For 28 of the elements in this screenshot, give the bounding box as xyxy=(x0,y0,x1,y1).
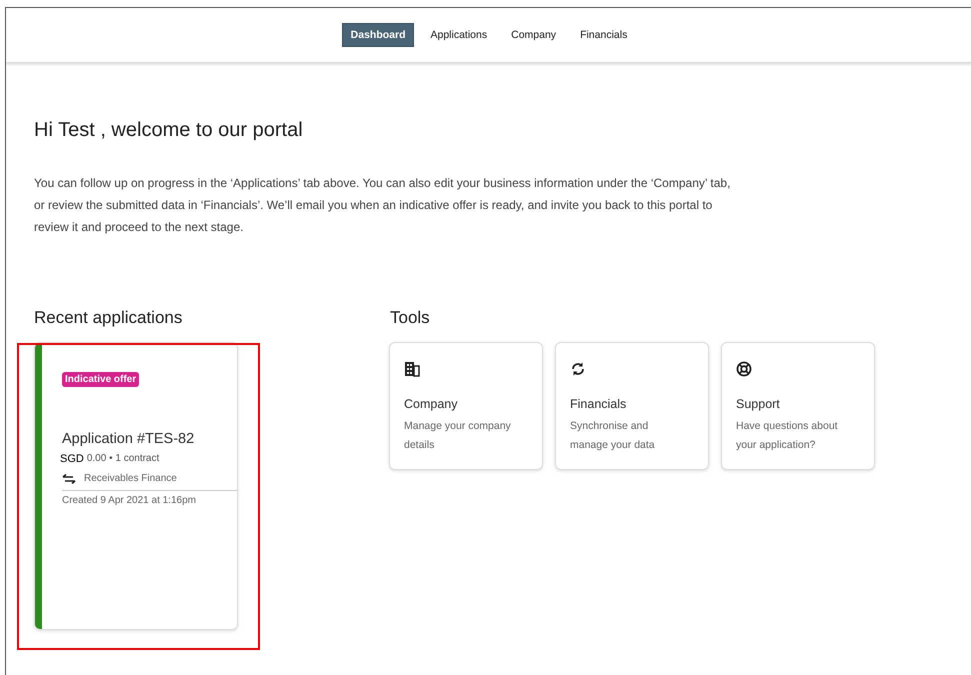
nav-tab[interactable]: Applications xyxy=(422,24,496,46)
building-icon xyxy=(404,361,420,377)
nav-tab[interactable]: Financials xyxy=(572,24,636,46)
currency-label: SGD xyxy=(60,453,84,465)
tool-card[interactable]: Financials Synchronise and manage your data xyxy=(555,342,709,470)
intro-paragraph: You can follow up on progress in the ‘Applications’ tab above. You can also edit your business information under the ‘Company’ tab, or review the submitted data in ‘Financials’. We’ll email you when an indicative offer is ready, and invite you back to this portal to review it and proceed to the next stage. xyxy=(34,175,732,236)
nav-tab[interactable]: Company xyxy=(503,24,564,46)
tool-title: Support xyxy=(736,397,781,411)
tool-title: Company xyxy=(404,397,458,411)
tool-title: Financials xyxy=(570,397,628,411)
lifebuoy-icon xyxy=(736,361,752,377)
status-badge: Indicative offer xyxy=(62,372,140,387)
product-label: Receivables Finance xyxy=(84,473,177,484)
created-date: Created 9 Apr 2021 at 1:16pm xyxy=(62,495,197,506)
application-card[interactable]: Indicative offer Application #TES-82 SGD 0.00 • 1 contract Receivables Finance Created 9 Apr 2021 at 1:16pm xyxy=(34,342,238,630)
section-heading: Tools xyxy=(390,308,431,328)
application-title: Application #TES-82 xyxy=(62,431,196,447)
tool-card[interactable]: Company Manage your company details xyxy=(389,342,543,470)
tool-card[interactable]: Support Have questions about your application? xyxy=(721,342,875,470)
welcome-heading: Hi Test , welcome to our portal xyxy=(34,119,304,142)
nav-tab[interactable]: Dashboard xyxy=(342,23,414,47)
tool-description: Synchronise and manage your data xyxy=(570,419,656,453)
tool-description: Have questions about your application? xyxy=(736,419,839,453)
section-heading: Recent applications xyxy=(34,308,184,328)
swap-arrows-icon xyxy=(62,474,76,484)
sync-icon xyxy=(570,361,586,377)
amount-summary: 0.00 • 1 contract xyxy=(86,453,160,465)
tool-description: Manage your company details xyxy=(404,419,512,453)
